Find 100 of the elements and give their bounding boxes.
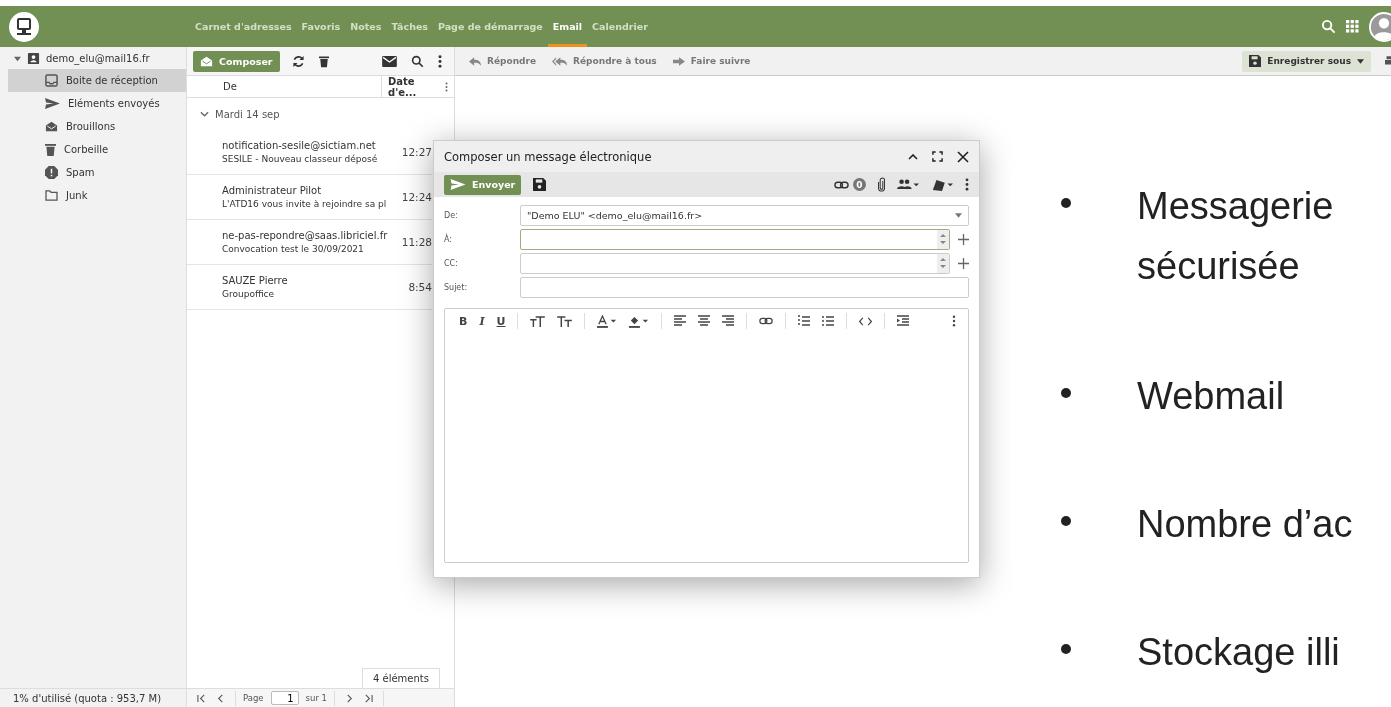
date-group-label: Mardi 14 sep [215, 108, 280, 120]
bullet-text: Messagerie sécurisée [1137, 184, 1335, 289]
send-button[interactable]: Envoyer [444, 174, 522, 195]
bullet-dot-icon [1061, 388, 1071, 398]
align-left-icon[interactable] [674, 315, 687, 327]
save-icon[interactable] [533, 178, 547, 192]
spinner-arrows-icon[interactable] [940, 233, 946, 245]
align-right-icon[interactable] [722, 315, 735, 327]
recipient-field[interactable] [520, 252, 950, 274]
reply-action-button[interactable]: Répondre à tous [548, 56, 661, 66]
avatar-icon[interactable] [1369, 11, 1391, 42]
page-label: Page [243, 693, 264, 703]
apps-grid-icon[interactable] [1346, 20, 1359, 33]
people-dropdown-icon[interactable] [897, 179, 919, 191]
contact-card-icon [27, 51, 40, 65]
folder-item[interactable]: Junk [8, 184, 186, 207]
trash-icon [45, 143, 56, 156]
recipient-field[interactable] [520, 228, 950, 250]
refresh-icon[interactable] [291, 54, 305, 68]
more-vertical-icon[interactable] [438, 54, 442, 68]
envelope-icon [45, 120, 58, 133]
bullet-dot-icon [1061, 644, 1071, 654]
bullet-dot-icon [1061, 516, 1071, 526]
bullet-text: Webmail [1137, 374, 1286, 419]
send-icon [45, 97, 60, 110]
bullet-text: Nombre d’ac [1137, 502, 1354, 547]
close-icon[interactable] [957, 150, 969, 163]
format-button[interactable]: B [459, 314, 468, 328]
logo-icon[interactable] [9, 11, 39, 42]
format-button[interactable]: U [496, 314, 506, 328]
link-icon[interactable] [834, 180, 849, 189]
folder-item[interactable]: Spam [8, 161, 186, 184]
email-row[interactable]: notification-sesile@sictiam.net SESILE - Nouveau classeur déposé 12:27 [187, 130, 432, 175]
caret-icon[interactable] [14, 54, 21, 62]
font-color-icon[interactable] [597, 314, 618, 328]
last-page-icon[interactable] [364, 693, 373, 703]
email-row[interactable]: Administrateur Pilot L'ATD16 vous invite à rejoindre sa pl 12:24 [187, 175, 432, 220]
caret-icon [1357, 58, 1364, 64]
message-editor[interactable]: B I U [444, 308, 969, 563]
subject-field[interactable] [520, 276, 969, 298]
indent-icon[interactable] [897, 315, 910, 327]
send-icon [450, 178, 466, 192]
plus-icon[interactable] [958, 233, 969, 245]
folder-icon [45, 190, 58, 201]
column-header[interactable]: Date d'e... [381, 76, 439, 97]
spinner-arrows-icon[interactable] [940, 257, 946, 269]
quota-text: 1% d'utilisé (quota : 953,7 M) [0, 688, 186, 707]
previous-page-icon[interactable] [216, 693, 225, 703]
code-icon[interactable] [859, 316, 873, 326]
more-vertical-icon[interactable] [445, 81, 448, 92]
column-header[interactable]: De [187, 81, 381, 92]
highlight-color-icon[interactable] [629, 314, 650, 328]
folder-item[interactable]: Eléments envoyés [8, 92, 186, 115]
reply-action-button[interactable]: Répondre [465, 56, 541, 66]
field-label: De: [444, 210, 459, 220]
page-number-field[interactable]: 1 [270, 691, 299, 705]
reply-arrow-icon [469, 56, 481, 66]
folder-item[interactable]: Corbeille [8, 138, 186, 161]
email-row[interactable]: SAUZE Pierre Groupoffice 8:54 [187, 265, 432, 310]
trash-icon[interactable] [318, 54, 329, 68]
first-page-icon[interactable] [197, 693, 206, 703]
align-center-icon[interactable] [698, 315, 711, 327]
email-row[interactable]: ne-pas-repondre@saas.libriciel.fr Convocation test le 30/09/2021 11:28 [187, 220, 432, 265]
reply-action-button[interactable]: Faire suivre [668, 56, 755, 66]
bullet-text: Stockage illi [1137, 630, 1341, 675]
numbered-list-icon[interactable] [798, 315, 811, 327]
more-vertical-icon[interactable] [952, 315, 956, 327]
page-total-label: sur 1 [305, 693, 327, 703]
collapse-icon[interactable] [908, 153, 918, 160]
save-as-button[interactable]: Enregistrer sous [1242, 50, 1371, 72]
chevron-down-icon[interactable] [200, 111, 209, 117]
link-count-badge: 0 [853, 178, 866, 192]
caret-icon [955, 212, 962, 218]
sender-select[interactable]: "Demo ELU" <demo_elu@mail16.fr> [520, 204, 969, 226]
folder-item[interactable]: Boite de réception [8, 69, 186, 92]
account-name[interactable]: demo_elu@mail16.fr [46, 52, 150, 64]
envelope-icon[interactable] [382, 55, 397, 67]
text-size-down-icon[interactable] [557, 315, 573, 327]
text-size-up-icon[interactable] [530, 315, 546, 327]
folder-item[interactable]: Brouillons [8, 115, 186, 138]
envelope-icon [200, 54, 213, 68]
save-icon [1249, 55, 1262, 67]
field-label: Sujet: [444, 282, 469, 292]
warning-octagon-icon [45, 166, 58, 179]
compose-button[interactable]: Composer [193, 50, 280, 72]
dialog-title: Composer un message électronique [444, 149, 652, 164]
bullet-dot-icon [1061, 198, 1071, 208]
double-reply-arrow-icon [552, 56, 568, 66]
field-label: CC: [444, 258, 459, 268]
paperclip-icon[interactable] [878, 177, 885, 193]
search-icon[interactable] [411, 54, 424, 68]
inbox-icon [45, 74, 58, 87]
more-vertical-icon[interactable] [965, 178, 969, 192]
next-page-icon[interactable] [345, 693, 354, 703]
bullet-list-icon[interactable] [822, 315, 835, 327]
plus-icon[interactable] [958, 257, 969, 269]
stamp-dropdown-icon[interactable] [931, 178, 953, 192]
format-button[interactable]: I [479, 314, 485, 328]
maximize-icon[interactable] [932, 151, 943, 163]
link-icon[interactable] [759, 317, 774, 325]
